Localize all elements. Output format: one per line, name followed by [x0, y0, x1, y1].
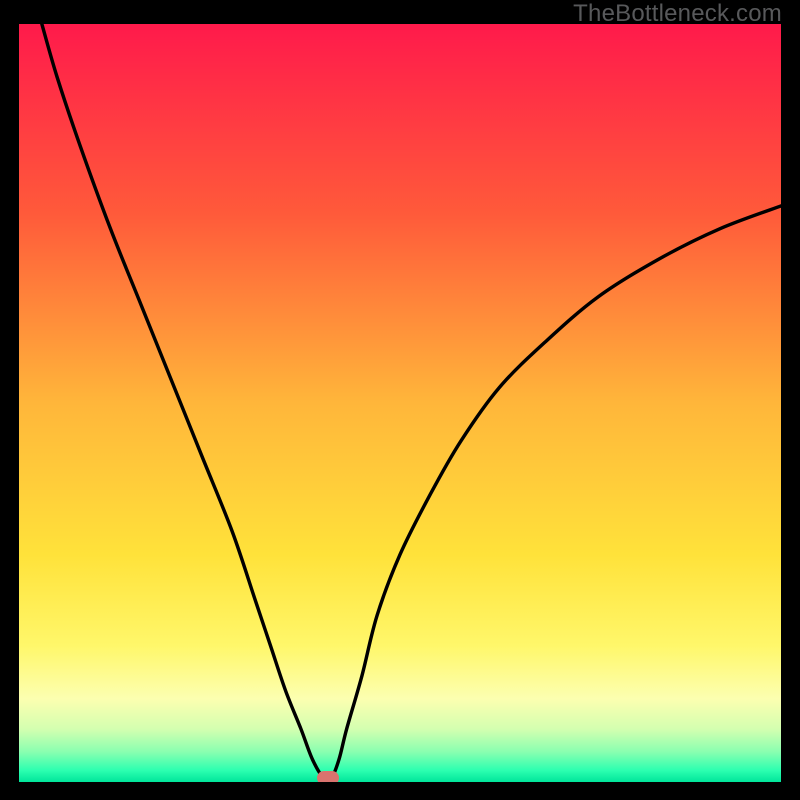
optimal-point-marker: [317, 771, 339, 784]
chart-plot-area: [17, 22, 783, 784]
bottleneck-curve: [19, 24, 781, 782]
